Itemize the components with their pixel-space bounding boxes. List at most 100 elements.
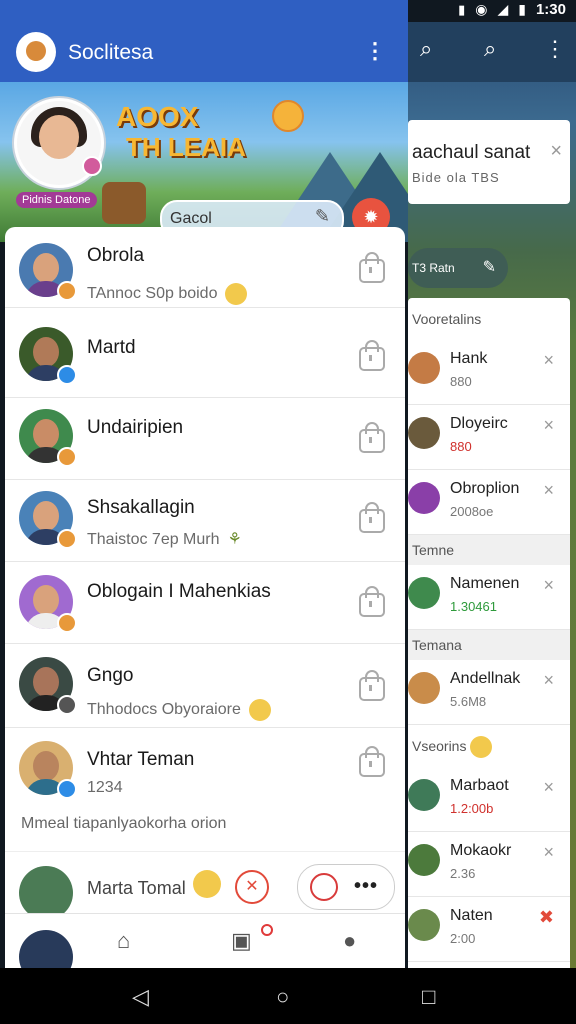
close-icon[interactable]: × bbox=[543, 415, 554, 436]
close-icon[interactable]: × bbox=[543, 350, 554, 371]
avatar bbox=[408, 672, 440, 704]
avatar bbox=[408, 417, 440, 449]
avatar bbox=[408, 577, 440, 609]
background-screen: ⌕ ⌕ ⋮ aachaul sanat Bide ola TBS × T3 Ra… bbox=[408, 22, 576, 978]
lock-icon[interactable] bbox=[359, 422, 385, 453]
app-title: Soclitesa bbox=[68, 41, 154, 64]
status-badge bbox=[57, 529, 77, 549]
item-name: Mokaokr bbox=[450, 842, 512, 859]
search-icon[interactable]: ⌕ bbox=[484, 36, 496, 62]
item-sub: 2.36 bbox=[450, 866, 476, 881]
close-icon[interactable]: × bbox=[543, 842, 554, 863]
close-icon[interactable]: × bbox=[543, 777, 554, 798]
search-icon[interactable]: ⌕ bbox=[420, 36, 432, 62]
lock-icon[interactable] bbox=[359, 252, 385, 283]
profile-badge bbox=[82, 156, 102, 176]
avatar[interactable] bbox=[19, 930, 73, 968]
item-sub: 2008oe bbox=[450, 504, 494, 519]
background-search-text: T3 Ratn bbox=[412, 261, 455, 275]
back-icon[interactable]: ◁ bbox=[132, 984, 149, 1010]
main-panel: Soclitesa ⋮ AOOX TH LEAIA Pidnis Datone … bbox=[0, 22, 408, 968]
edit-icon[interactable]: ✎ bbox=[483, 257, 496, 277]
list-item[interactable]: Mokaokr 2.36 × bbox=[408, 832, 570, 897]
section-header: Temana bbox=[408, 630, 570, 660]
block-button[interactable]: ✕ bbox=[235, 870, 269, 904]
more-icon[interactable]: ⋮ bbox=[364, 38, 386, 64]
item-name: Naten bbox=[450, 907, 493, 924]
lock-icon[interactable] bbox=[359, 340, 385, 371]
bottom-nav: ⌂ ▣ ● bbox=[5, 913, 405, 968]
notification-subtitle: Bide ola TBS bbox=[412, 170, 500, 185]
more-icon[interactable]: ••• bbox=[354, 875, 378, 898]
chat-row[interactable]: Shsakallagin Thaistoc 7ep Murh ⚘ bbox=[5, 481, 405, 562]
chat-row[interactable]: Martd bbox=[5, 317, 405, 398]
list-item[interactable]: Andellnak 5.6M8 × bbox=[408, 660, 570, 725]
item-name: Dloyeirc bbox=[450, 415, 508, 432]
background-search[interactable]: T3 Ratn ✎ bbox=[408, 248, 508, 288]
chat-row[interactable]: Gngo Thhodocs Obyoraiore bbox=[5, 647, 405, 728]
status-badge bbox=[57, 779, 77, 799]
lock-icon[interactable] bbox=[359, 502, 385, 533]
footer-note: Mmeal tiapanlyaokorha orion bbox=[21, 815, 227, 832]
item-sub: 1.2:00b bbox=[450, 801, 494, 816]
section-header: Vseorins bbox=[408, 725, 570, 767]
home-icon[interactable]: ⌂ bbox=[117, 928, 130, 954]
chat-row[interactable]: Oblogain I Mahenkias bbox=[5, 563, 405, 644]
status-bar: ▮ ◉ ◢ ▮ 1:30 bbox=[0, 0, 576, 22]
more-icon[interactable]: ⋮ bbox=[544, 36, 566, 62]
signal-icon: ◢ bbox=[497, 1, 509, 17]
chat-name: Martd bbox=[87, 337, 136, 358]
chat-name: Marta Tomal bbox=[87, 878, 186, 898]
notification-title: aachaul sanat bbox=[412, 142, 531, 163]
item-name: Hank bbox=[450, 350, 488, 367]
list-item[interactable]: Naten 2:00 ✖ bbox=[408, 897, 570, 962]
section-header: Temne bbox=[408, 535, 570, 565]
timer-icon[interactable] bbox=[310, 873, 338, 901]
app-bar: Soclitesa ⋮ bbox=[0, 22, 408, 82]
lock-icon[interactable] bbox=[359, 586, 385, 617]
notification-card[interactable]: aachaul sanat Bide ola TBS × bbox=[408, 120, 570, 204]
chat-row[interactable]: Undairipien bbox=[5, 399, 405, 480]
avatar bbox=[408, 844, 440, 876]
recents-icon[interactable]: □ bbox=[422, 984, 435, 1010]
home-icon[interactable]: ○ bbox=[276, 984, 289, 1010]
list-item[interactable]: Namenen 1.30461 × bbox=[408, 565, 570, 630]
notification-dot bbox=[261, 924, 273, 936]
chat-preview: Thhodocs Obyoraiore bbox=[87, 699, 271, 721]
close-icon[interactable]: ✖ bbox=[539, 907, 554, 928]
actions-pill[interactable]: ••• bbox=[297, 864, 395, 910]
close-icon[interactable]: × bbox=[550, 140, 562, 163]
banner: AOOX TH LEAIA Pidnis Datone Gacol ✎ ✹ bbox=[0, 82, 408, 242]
list-item[interactable]: Dloyeirc 880 × bbox=[408, 405, 570, 470]
smile-emoji-icon bbox=[470, 736, 493, 759]
leaf-icon: ⚘ bbox=[227, 531, 242, 548]
close-icon[interactable]: × bbox=[543, 575, 554, 596]
chat-name: Shsakallagin bbox=[87, 497, 195, 518]
list-item[interactable]: Obroplion 2008oe × bbox=[408, 470, 570, 535]
status-badge bbox=[57, 281, 77, 301]
banner-title: AOOX bbox=[116, 101, 199, 132]
lock-icon[interactable] bbox=[359, 746, 385, 777]
mascot-icon bbox=[102, 182, 146, 224]
close-icon[interactable]: × bbox=[543, 670, 554, 691]
item-name: Namenen bbox=[450, 575, 520, 592]
chat-name: Oblogain I Mahenkias bbox=[87, 581, 271, 602]
lock-icon[interactable] bbox=[359, 670, 385, 701]
chat-row[interactable]: Marta Tomal ✕ ••• bbox=[5, 851, 405, 920]
smile-emoji-icon bbox=[225, 283, 248, 305]
edit-icon[interactable]: ✎ bbox=[315, 206, 330, 227]
chat-row[interactable]: Obrola TAnnoc S0p boido bbox=[5, 227, 405, 308]
status-badge bbox=[57, 365, 77, 385]
close-icon[interactable]: × bbox=[543, 480, 554, 501]
list-item[interactable]: Marbaot 1.2:00b × bbox=[408, 767, 570, 832]
camera-icon[interactable]: ▣ bbox=[231, 928, 252, 954]
item-name: Andellnak bbox=[450, 670, 521, 687]
profile-icon[interactable]: ● bbox=[343, 928, 356, 954]
system-nav-bar: ◁ ○ □ bbox=[0, 968, 576, 1024]
wifi-icon: ◉ bbox=[475, 1, 488, 17]
chat-row[interactable]: Vhtar Teman 1234 bbox=[5, 731, 405, 811]
list-item[interactable]: Hank 880 × bbox=[408, 340, 570, 405]
chat-preview: 1234 bbox=[87, 779, 123, 796]
item-sub: 880 bbox=[450, 439, 472, 454]
avatar bbox=[408, 779, 440, 811]
